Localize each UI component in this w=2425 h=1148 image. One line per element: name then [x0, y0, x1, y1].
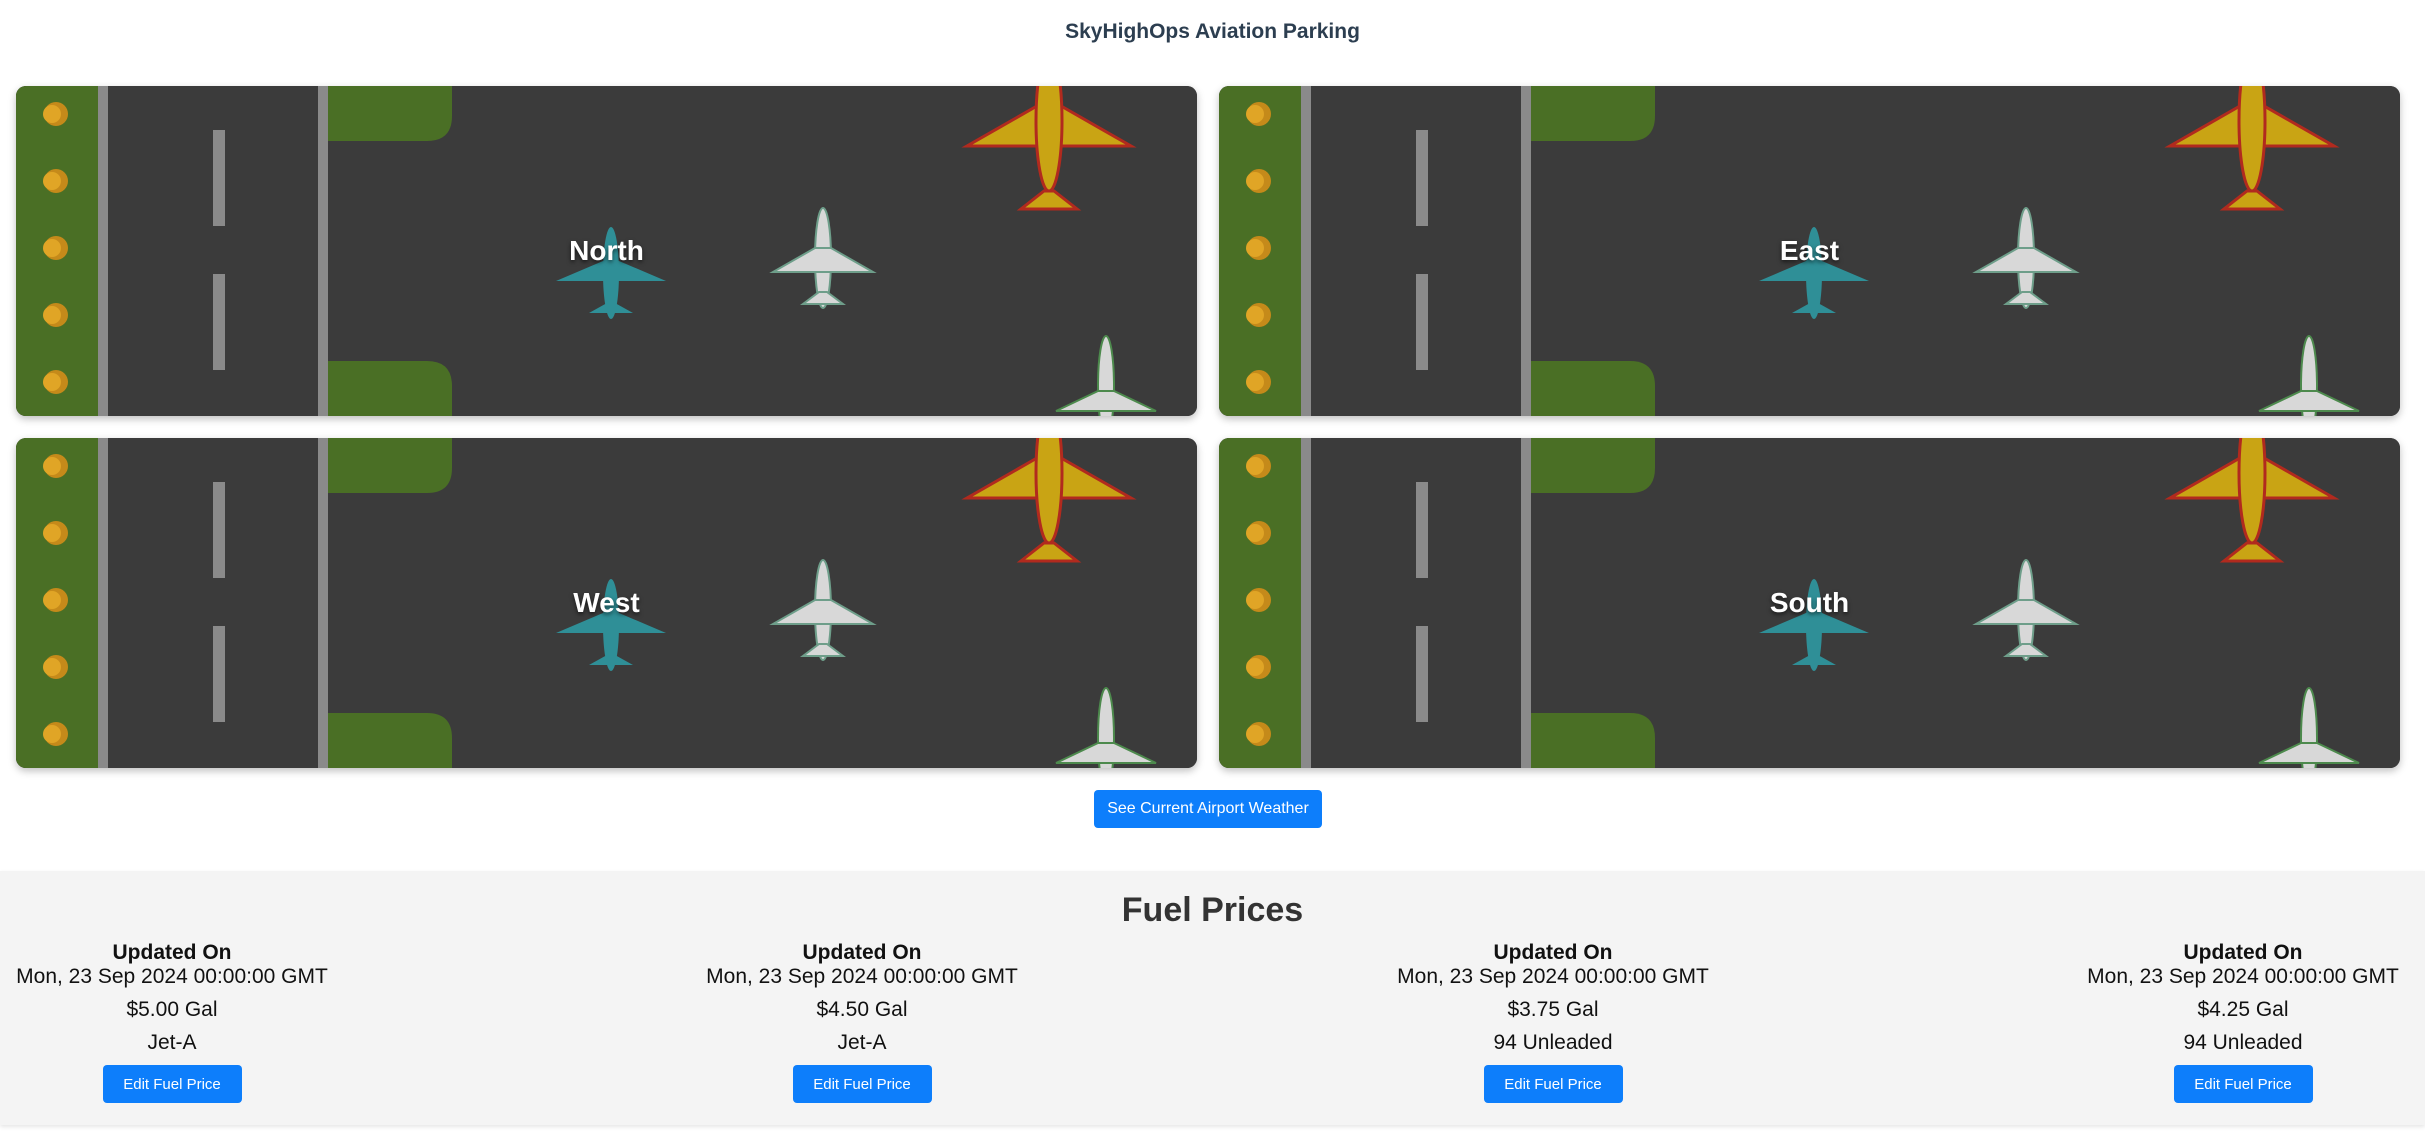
updated-date: Mon, 23 Sep 2024 00:00:00 GMT	[1397, 965, 1709, 988]
updated-date: Mon, 23 Sep 2024 00:00:00 GMT	[2087, 965, 2399, 988]
fuel-price-card: Updated On Mon, 23 Sep 2024 00:00:00 GMT…	[697, 941, 1027, 1103]
fuel-price: $5.00 Gal	[126, 998, 218, 1021]
fuel-type: 94 Unleaded	[1493, 1031, 1613, 1054]
updated-label: Updated On	[112, 941, 232, 964]
edit-fuel-price-button[interactable]: Edit Fuel Price	[792, 1065, 932, 1103]
edit-fuel-price-button[interactable]: Edit Fuel Price	[1483, 1065, 1623, 1103]
fuel-type: Jet-A	[147, 1031, 197, 1054]
parking-card-east[interactable]: East	[1219, 86, 2400, 416]
fuel-price-card: Updated On Mon, 23 Sep 2024 00:00:00 GMT…	[2078, 941, 2408, 1103]
edit-fuel-price-button[interactable]: Edit Fuel Price	[2173, 1065, 2313, 1103]
parking-label: West	[573, 587, 640, 618]
fuel-price-card: Updated On Mon, 23 Sep 2024 00:00:00 GMT…	[7, 941, 337, 1103]
parking-label: South	[1769, 587, 1850, 618]
parking-label: North	[569, 235, 644, 266]
fuel-prices-section: Fuel Prices Updated On Mon, 23 Sep 2024 …	[0, 871, 2425, 1125]
fuel-price-card: Updated On Mon, 23 Sep 2024 00:00:00 GMT…	[1388, 941, 1718, 1103]
page-title: SkyHighOps Aviation Parking	[1065, 20, 1360, 43]
parking-card-south[interactable]: South	[1219, 438, 2400, 768]
fuel-price: $4.25 Gal	[2197, 998, 2289, 1021]
updated-label: Updated On	[802, 941, 922, 964]
fuel-type: 94 Unleaded	[2183, 1031, 2303, 1054]
fuel-price: $4.50 Gal	[816, 998, 908, 1021]
fuel-prices-heading: Fuel Prices	[1121, 891, 1304, 929]
fuel-type: Jet-A	[837, 1031, 887, 1054]
parking-card-west[interactable]: West	[16, 438, 1197, 768]
parking-card-north[interactable]: North	[16, 86, 1197, 416]
see-weather-button[interactable]: See Current Airport Weather	[1094, 790, 1322, 828]
parking-label: East	[1779, 235, 1840, 266]
updated-label: Updated On	[2183, 941, 2303, 964]
updated-date: Mon, 23 Sep 2024 00:00:00 GMT	[16, 965, 328, 988]
updated-label: Updated On	[1493, 941, 1613, 964]
fuel-price: $3.75 Gal	[1507, 998, 1599, 1021]
edit-fuel-price-button[interactable]: Edit Fuel Price	[102, 1065, 242, 1103]
updated-date: Mon, 23 Sep 2024 00:00:00 GMT	[706, 965, 1018, 988]
